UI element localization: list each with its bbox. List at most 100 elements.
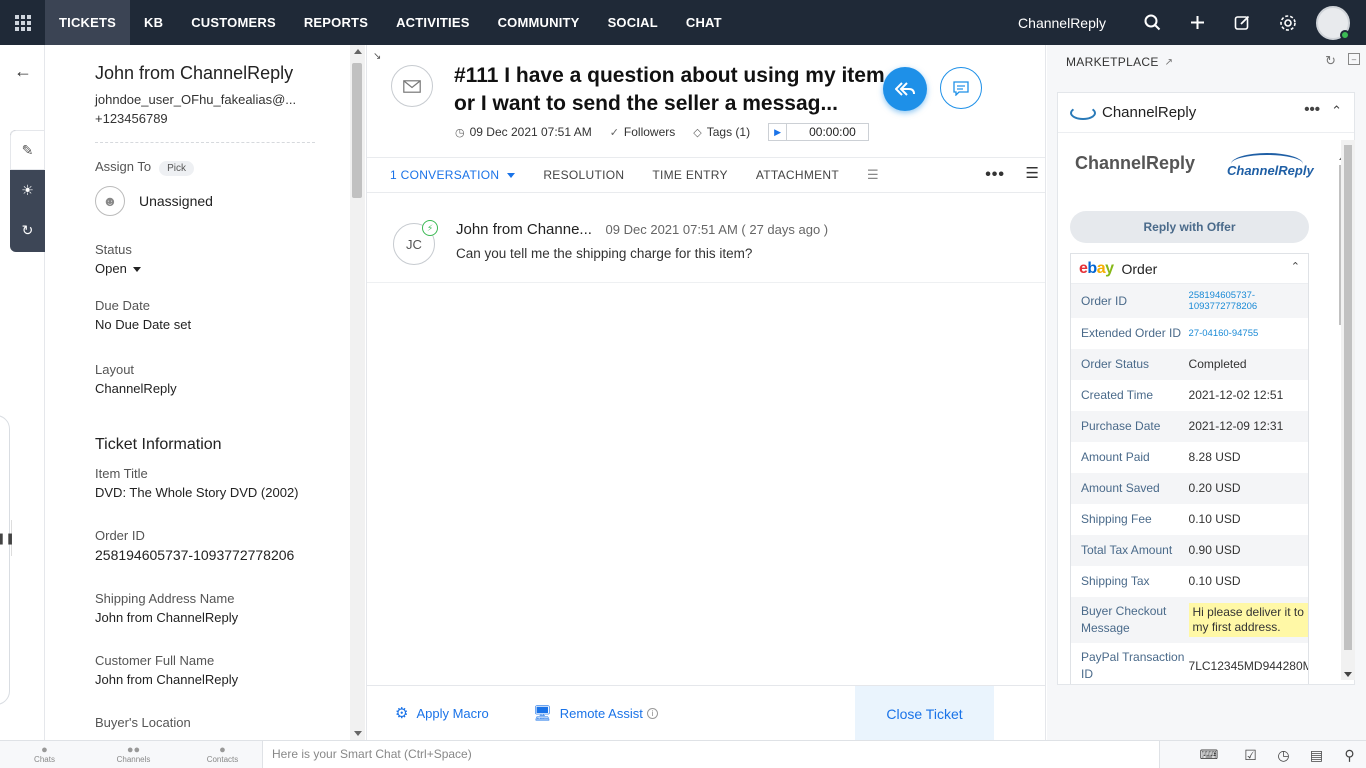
pick-button[interactable]: Pick bbox=[159, 161, 195, 176]
marketplace-scrollbar[interactable] bbox=[1341, 140, 1355, 680]
order-id-value[interactable]: 258194605737-1093772778206 bbox=[95, 547, 320, 563]
apply-macro-button[interactable]: ⚙ Apply Macro bbox=[395, 704, 489, 722]
order-row: Amount Paid 8.28 USD bbox=[1071, 442, 1308, 473]
channelreply-brand: ChannelReply bbox=[1075, 153, 1196, 173]
contact-email[interactable]: johndoe_user_OFhu_fakealias@... bbox=[95, 90, 320, 109]
group-icon: ●● bbox=[126, 743, 141, 756]
timer-value: 00:00:00 bbox=[809, 125, 856, 139]
edit-properties-icon[interactable]: ✎ bbox=[10, 130, 45, 170]
tags-button[interactable]: ◇ Tags (1) bbox=[693, 125, 750, 139]
scrollbar-thumb[interactable] bbox=[352, 63, 362, 198]
widget-more-icon[interactable]: ••• bbox=[1304, 101, 1320, 118]
reply-all-button[interactable] bbox=[883, 67, 927, 111]
plus-icon[interactable] bbox=[1175, 0, 1220, 45]
shipping-name-value[interactable]: John from ChannelReply bbox=[95, 610, 320, 625]
clock-icon: ◷ bbox=[455, 126, 465, 139]
tab-conversation[interactable]: 1 CONVERSATION bbox=[390, 168, 516, 182]
scroll-down-arrow[interactable] bbox=[1344, 672, 1352, 677]
due-date-value[interactable]: No Due Date set bbox=[95, 317, 320, 332]
add-user-icon[interactable]: ☻ bbox=[95, 186, 125, 216]
external-link-icon[interactable]: ↗ bbox=[1165, 57, 1174, 68]
tab-resolution[interactable]: RESOLUTION bbox=[543, 168, 624, 182]
followers-button[interactable]: ✓ Followers bbox=[610, 125, 676, 139]
tab-kb[interactable]: KB bbox=[130, 0, 177, 45]
properties-scrollbar[interactable] bbox=[350, 45, 365, 740]
tab-activities[interactable]: ACTIVITIES bbox=[382, 0, 484, 45]
smart-chat-input[interactable]: Here is your Smart Chat (Ctrl+Space) bbox=[262, 741, 1160, 768]
rail-toolbar: ✎ ☀ ↻ bbox=[10, 130, 45, 252]
history-icon[interactable]: ↻ bbox=[10, 210, 45, 250]
refresh-icon[interactable]: ↻ bbox=[1325, 53, 1336, 69]
reply-with-offer-button[interactable]: Reply with Offer bbox=[1070, 211, 1309, 243]
tab-chat[interactable]: CHAT bbox=[672, 0, 736, 45]
comment-button[interactable] bbox=[940, 67, 982, 109]
order-field-value: 0.20 USD bbox=[1188, 481, 1241, 495]
order-rows: Order ID 258194605737-1093772778206 Extend… bbox=[1071, 284, 1308, 684]
order-field-value: 7LC12345MD944280M bbox=[1188, 658, 1308, 673]
more-options-icon[interactable]: ••• bbox=[985, 166, 1005, 184]
light-bulb-icon[interactable]: ☀ bbox=[10, 170, 45, 210]
tasks-icon[interactable]: ☑ bbox=[1234, 747, 1267, 764]
play-icon[interactable]: ▶ bbox=[769, 124, 788, 140]
lightning-icon: ⚡ bbox=[422, 220, 438, 236]
pause-icon[interactable]: ❚❚ bbox=[0, 520, 15, 556]
chats-button[interactable]: ● Chats bbox=[0, 744, 89, 764]
clock-icon[interactable]: ◷ bbox=[1267, 747, 1300, 764]
info-icon[interactable]: i bbox=[646, 707, 658, 719]
compose-icon[interactable] bbox=[1220, 0, 1265, 45]
inbox-icon[interactable]: ▤ bbox=[1300, 747, 1333, 764]
tab-customers[interactable]: CUSTOMERS bbox=[177, 0, 290, 45]
order-row: Shipping Tax 0.10 USD bbox=[1071, 566, 1308, 597]
tab-tickets[interactable]: TICKETS bbox=[45, 0, 131, 45]
close-ticket-button[interactable]: Close Ticket bbox=[855, 686, 994, 741]
item-title-value[interactable]: DVD: The Whole Story DVD (2002) bbox=[95, 485, 320, 500]
user-avatar[interactable] bbox=[1316, 5, 1350, 40]
online-status-dot bbox=[1340, 29, 1350, 40]
tab-time-entry[interactable]: TIME ENTRY bbox=[652, 168, 727, 182]
order-field-value: 2021-12-09 12:31 bbox=[1188, 419, 1284, 433]
layers-icon[interactable]: ☰ bbox=[1026, 164, 1039, 182]
ticket-subject: #111 I have a question about using my it… bbox=[454, 64, 885, 115]
status-dropdown[interactable]: Open bbox=[95, 261, 320, 276]
chevron-down-icon bbox=[132, 267, 141, 273]
order-row: PayPal Transaction ID 7LC12345MD944280M bbox=[1071, 643, 1308, 684]
contact-phone[interactable]: +123456789 bbox=[95, 109, 320, 128]
department-switcher[interactable]: ChannelReply bbox=[1018, 15, 1106, 31]
search-icon[interactable] bbox=[1130, 0, 1175, 45]
status-value: Open bbox=[95, 261, 127, 276]
customer-name-value[interactable]: John from ChannelReply bbox=[95, 672, 320, 687]
minimize-icon[interactable]: – bbox=[1348, 53, 1360, 65]
order-row: Amount Saved 0.20 USD bbox=[1071, 473, 1308, 504]
chevron-up-icon[interactable]: ⌃ bbox=[1291, 260, 1300, 273]
order-field-value[interactable]: 27-04160-94755 bbox=[1189, 328, 1308, 339]
tags-label: Tags (1) bbox=[706, 125, 751, 139]
search-icon[interactable]: ⚲ bbox=[1333, 747, 1366, 764]
assignee-name[interactable]: Unassigned bbox=[139, 193, 213, 209]
chevron-up-icon[interactable]: ⌃ bbox=[1331, 103, 1342, 119]
tab-community[interactable]: COMMUNITY bbox=[484, 0, 594, 45]
keyboard-icon[interactable]: ⌨ bbox=[1184, 747, 1234, 763]
thread-author[interactable]: John from Channe... bbox=[456, 221, 592, 238]
order-field-label: Shipping Tax bbox=[1081, 574, 1150, 588]
contact-name[interactable]: John from ChannelReply bbox=[95, 63, 320, 84]
channels-button[interactable]: ●● Channels bbox=[89, 743, 178, 764]
back-arrow-icon[interactable]: ← bbox=[14, 61, 32, 82]
scrollbar-thumb[interactable] bbox=[1344, 145, 1352, 650]
apps-grid-icon[interactable] bbox=[0, 0, 45, 45]
order-title: Order bbox=[1121, 260, 1158, 277]
order-field-value[interactable]: 258194605737-1093772778206 bbox=[1189, 290, 1308, 312]
tab-social[interactable]: SOCIAL bbox=[594, 0, 672, 45]
collapse-icon[interactable]: ↘ bbox=[373, 51, 381, 62]
tab-attachment[interactable]: ATTACHMENT bbox=[756, 168, 839, 182]
tab-reports[interactable]: REPORTS bbox=[290, 0, 382, 45]
gear-icon[interactable] bbox=[1265, 0, 1310, 45]
scroll-down-arrow[interactable] bbox=[354, 731, 362, 736]
shipping-name-label: Shipping Address Name bbox=[95, 591, 235, 606]
remote-assist-button[interactable]: 🖥 Remote Assist i bbox=[533, 704, 658, 722]
scroll-up-arrow[interactable] bbox=[354, 49, 362, 54]
layout-value[interactable]: ChannelReply bbox=[95, 381, 320, 396]
layout-label: Layout bbox=[95, 362, 135, 377]
filter-lines-icon[interactable]: ☰ bbox=[867, 167, 879, 183]
tag-icon: ◇ bbox=[693, 126, 702, 139]
contacts-button[interactable]: ● Contacts bbox=[178, 744, 267, 764]
